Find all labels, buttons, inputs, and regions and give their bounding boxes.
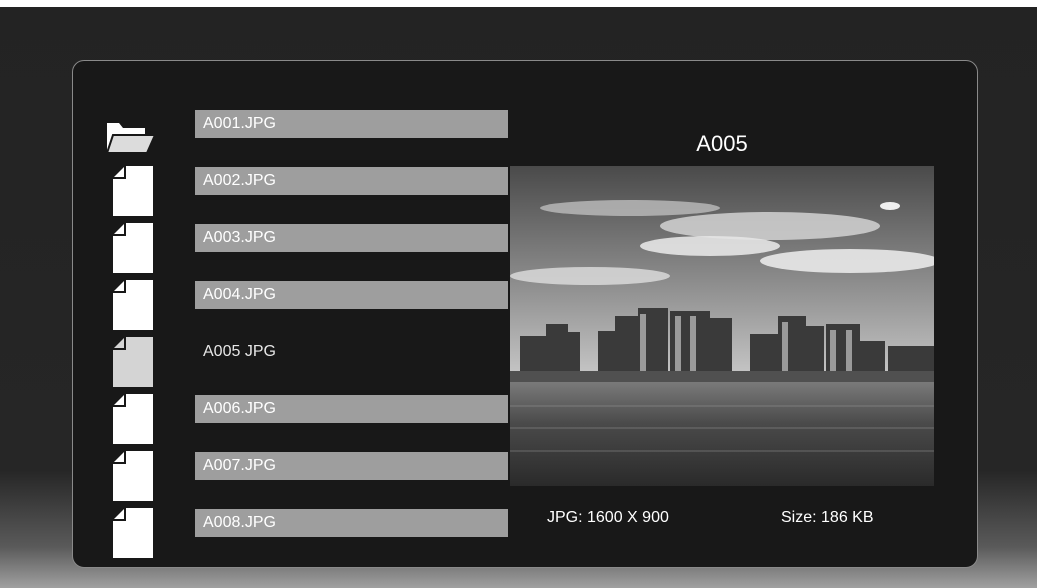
file-row-a004[interactable]: A004.JPG (105, 280, 508, 330)
file-row-a006[interactable]: A006.JPG (105, 394, 508, 444)
file-icon (113, 394, 153, 444)
file-icon (113, 508, 153, 558)
file-icon (113, 223, 153, 273)
file-name: A008.JPG (195, 509, 508, 537)
file-row-a001[interactable]: A001.JPG (105, 109, 508, 159)
file-row-a003[interactable]: A003.JPG (105, 223, 508, 273)
file-browser-panel: A001.JPG A002.JPG A003.JPG A004.JPG A005… (72, 60, 978, 568)
image-resolution: JPG: 1600 X 900 (547, 509, 669, 526)
file-row-a002[interactable]: A002.JPG (105, 166, 508, 216)
file-row-a008[interactable]: A008.JPG (105, 508, 508, 558)
file-name: A001.JPG (195, 110, 508, 138)
folder-icon (105, 123, 157, 154)
file-icon (113, 451, 153, 501)
file-icon (113, 166, 153, 216)
file-name: A002.JPG (195, 167, 508, 195)
top-border (0, 0, 1037, 7)
file-row-a005-selected[interactable]: A005 JPG (105, 337, 477, 387)
file-row-a007[interactable]: A007.JPG (105, 451, 508, 501)
image-size: Size: 186 KB (781, 509, 874, 526)
city-skyline-photo-icon (510, 166, 934, 486)
preview-image (510, 166, 934, 486)
file-name: A005 JPG (203, 343, 276, 360)
file-name: A004.JPG (195, 281, 508, 309)
file-icon (113, 337, 153, 387)
file-icon (113, 280, 153, 330)
file-name: A003.JPG (195, 224, 508, 252)
file-name: A006.JPG (195, 395, 508, 423)
file-name: A007.JPG (195, 452, 508, 480)
preview-title: A005 (696, 131, 748, 156)
